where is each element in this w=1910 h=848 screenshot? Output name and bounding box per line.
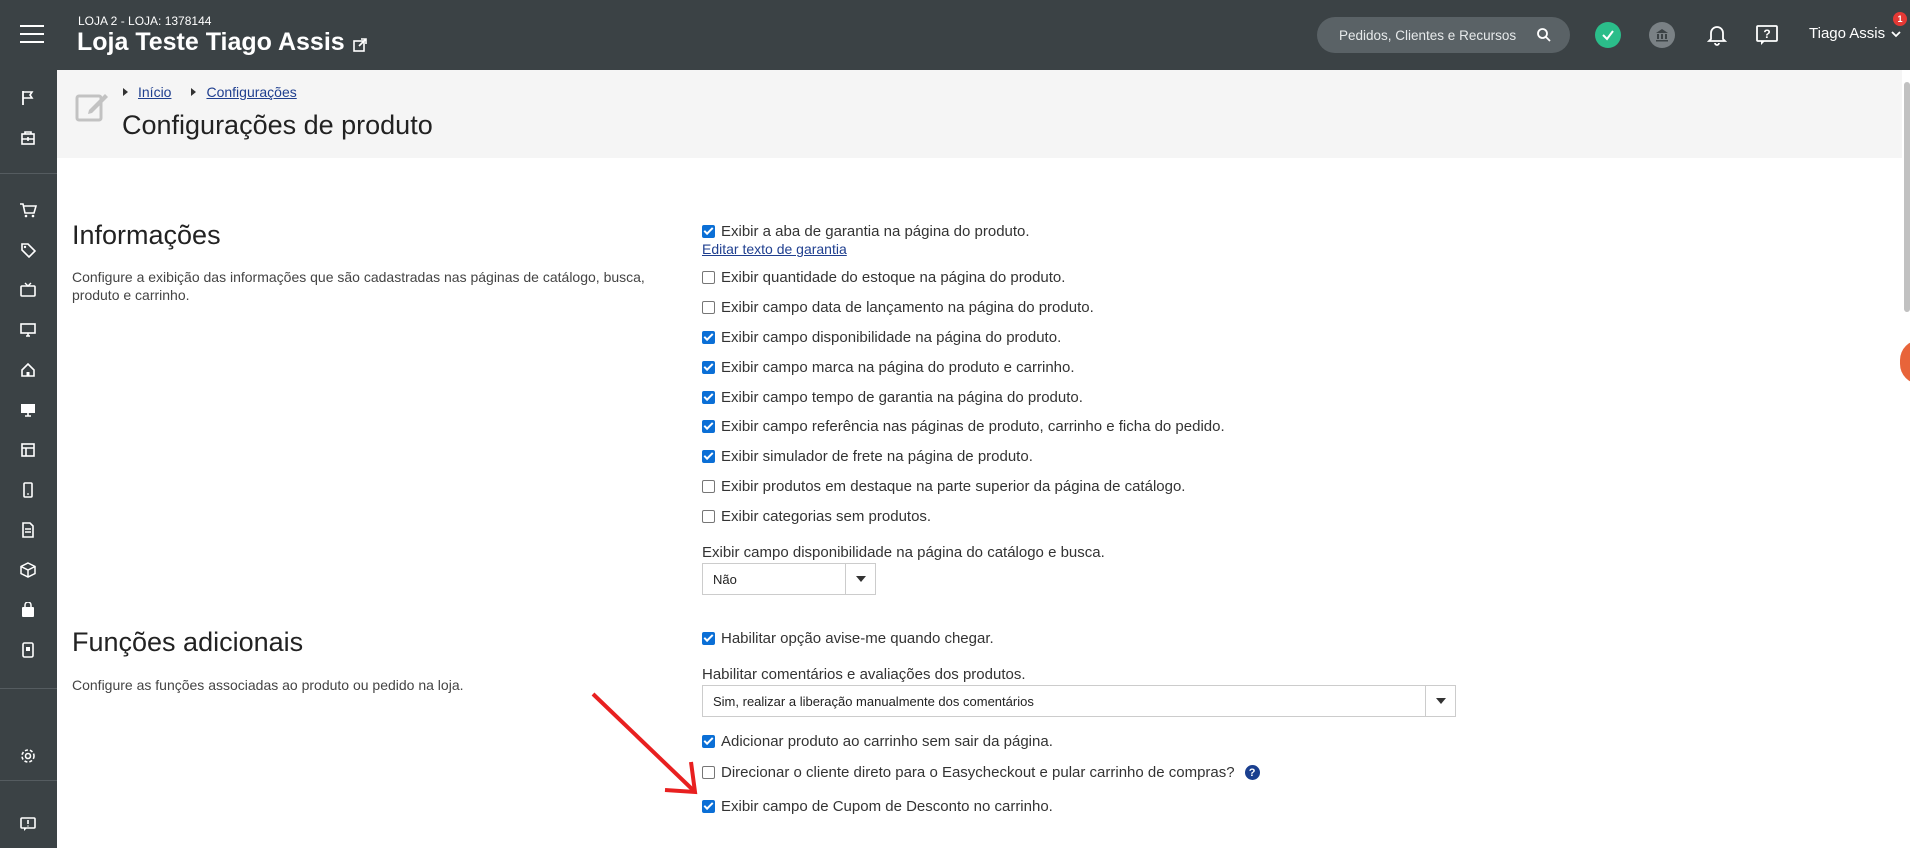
checkbox[interactable] — [702, 800, 715, 813]
sidebar — [0, 70, 57, 848]
option-easycheckout[interactable]: Direcionar o cliente direto para o Easyc… — [702, 764, 1260, 781]
device-icon[interactable] — [18, 640, 38, 660]
option-brand[interactable]: Exibir campo marca na página do produto … — [702, 359, 1075, 376]
store-subtitle: LOJA 2 - LOJA: 1378144 — [78, 14, 212, 28]
breadcrumb: Início Configurações — [123, 84, 297, 100]
bank-icon[interactable] — [1649, 22, 1675, 48]
option-label: Exibir campo tempo de garantia na página… — [721, 389, 1083, 406]
user-name: Tiago Assis — [1809, 25, 1886, 42]
svg-text:?: ? — [1763, 27, 1770, 41]
option-availability[interactable]: Exibir campo disponibilidade na página d… — [702, 329, 1061, 346]
home-icon[interactable] — [18, 360, 38, 380]
option-label: Exibir quantidade do estoque na página d… — [721, 269, 1066, 286]
option-label: Exibir a aba de garantia na página do pr… — [721, 223, 1030, 240]
cart-icon[interactable] — [18, 200, 38, 220]
option-label: Exibir categorias sem produtos. — [721, 508, 932, 525]
checkbox[interactable] — [702, 450, 715, 463]
option-label: Exibir campo disponibilidade na página d… — [721, 329, 1062, 346]
external-link-icon[interactable] — [352, 37, 367, 52]
top-bar: LOJA 2 - LOJA: 1378144 Loja Teste Tiago … — [0, 0, 1910, 70]
breadcrumb-inicio[interactable]: Início — [138, 84, 171, 100]
checkbox[interactable] — [702, 632, 715, 645]
scrollbar-thumb[interactable] — [1904, 82, 1910, 312]
checkbox[interactable] — [702, 331, 715, 344]
checkbox[interactable] — [702, 301, 715, 314]
option-empty-categories[interactable]: Exibir categorias sem produtos. — [702, 508, 931, 525]
section-title-informacoes: Informações — [72, 220, 221, 250]
edit-icon — [75, 94, 108, 122]
annotation-arrow-icon — [591, 692, 698, 795]
mobile-icon[interactable] — [18, 480, 38, 500]
option-shipping-simulator[interactable]: Exibir simulador de frete na página de p… — [702, 448, 1033, 465]
page-header: Início Configurações Configurações de pr… — [57, 70, 1910, 158]
option-warranty-tab[interactable]: Exibir a aba de garantia na página do pr… — [702, 223, 1030, 240]
option-reference[interactable]: Exibir campo referência nas páginas de p… — [702, 418, 1225, 435]
notification-badge: 1 — [1893, 12, 1907, 26]
flag-icon[interactable] — [18, 88, 38, 108]
question-icon[interactable]: ? — [1244, 765, 1260, 780]
caret-right-icon — [191, 88, 197, 96]
option-label: Adicionar produto ao carrinho sem sair d… — [721, 733, 1053, 750]
checkbox[interactable] — [702, 225, 715, 238]
store-name-text: Loja Teste Tiago Assis — [77, 28, 345, 56]
tag-icon[interactable] — [18, 240, 38, 260]
help-icon[interactable]: ? — [1754, 22, 1780, 48]
option-label: Habilitar opção avise-me quando chegar. — [721, 630, 994, 647]
checkbox[interactable] — [702, 420, 715, 433]
search-input[interactable]: Pedidos, Clientes e Recursos — [1317, 17, 1570, 53]
option-featured-products[interactable]: Exibir produtos em destaque na parte sup… — [702, 478, 1185, 495]
option-discount-coupon[interactable]: Exibir campo de Cupom de Desconto no car… — [702, 798, 1053, 815]
option-warranty-time[interactable]: Exibir campo tempo de garantia na página… — [702, 389, 1083, 406]
box-icon[interactable] — [18, 560, 38, 580]
user-menu[interactable]: Tiago Assis — [1809, 25, 1901, 42]
option-label: Exibir simulador de frete na página de p… — [721, 448, 1033, 465]
monitor-icon[interactable] — [18, 320, 38, 340]
chevron-down-icon[interactable] — [845, 564, 875, 594]
chevron-down-icon — [1891, 30, 1901, 37]
page-title: Configurações de produto — [122, 110, 433, 140]
store-name[interactable]: Loja Teste Tiago Assis — [77, 28, 367, 57]
checkbox[interactable] — [702, 480, 715, 493]
select-value: Sim, realizar a liberação manualmente do… — [713, 693, 1034, 709]
comments-select[interactable]: Sim, realizar a liberação manualmente do… — [702, 685, 1456, 717]
option-launch-date[interactable]: Exibir campo data de lançamento na págin… — [702, 299, 1094, 316]
availability-select-label: Exibir campo disponibilidade na página d… — [702, 544, 1105, 561]
bag-icon[interactable] — [18, 600, 38, 620]
availability-select[interactable]: Não — [702, 563, 876, 595]
settings-icon[interactable] — [18, 746, 38, 766]
option-label: Exibir campo marca na página do produto … — [721, 359, 1075, 376]
desktop-icon[interactable] — [18, 400, 38, 420]
section-desc-informacoes: Configure a exibição das informações que… — [72, 269, 645, 303]
layout-icon[interactable] — [18, 440, 38, 460]
option-stock-quantity[interactable]: Exibir quantidade do estoque na página d… — [702, 269, 1065, 286]
chevron-down-icon[interactable] — [1425, 686, 1455, 716]
search-icon[interactable] — [1536, 27, 1552, 43]
search-placeholder: Pedidos, Clientes e Recursos — [1339, 27, 1517, 43]
option-label: Direcionar o cliente direto para o Easyc… — [721, 764, 1235, 781]
checkbox[interactable] — [702, 391, 715, 404]
edit-warranty-link[interactable]: Editar texto de garantia — [702, 241, 847, 257]
comments-select-label: Habilitar comentários e avaliações dos p… — [702, 666, 1026, 683]
checkbox[interactable] — [702, 361, 715, 374]
checkbox[interactable] — [702, 271, 715, 284]
option-label: Exibir campo referência nas páginas de p… — [721, 418, 1225, 435]
bell-icon[interactable] — [1704, 22, 1730, 48]
option-label: Exibir produtos em destaque na parte sup… — [721, 478, 1186, 495]
menu-icon[interactable] — [20, 25, 44, 45]
document-icon[interactable] — [18, 520, 38, 540]
option-notify-me[interactable]: Habilitar opção avise-me quando chegar. — [702, 630, 994, 647]
option-label: Exibir campo data de lançamento na págin… — [721, 299, 1094, 316]
checkbox[interactable] — [702, 510, 715, 523]
dashboard-icon[interactable] — [18, 128, 38, 148]
select-value: Não — [713, 571, 737, 587]
feedback-icon[interactable] — [18, 814, 38, 834]
caret-right-icon — [123, 88, 128, 96]
option-label: Exibir campo de Cupom de Desconto no car… — [721, 798, 1053, 815]
section-desc-funcoes: Configure as funções associadas ao produ… — [72, 677, 464, 693]
option-add-to-cart[interactable]: Adicionar produto ao carrinho sem sair d… — [702, 733, 1053, 750]
breadcrumb-configuracoes[interactable]: Configurações — [206, 84, 296, 100]
section-title-funcoes: Funções adicionais — [72, 627, 304, 657]
tv-icon[interactable] — [18, 280, 38, 300]
check-status-icon[interactable] — [1595, 22, 1621, 48]
